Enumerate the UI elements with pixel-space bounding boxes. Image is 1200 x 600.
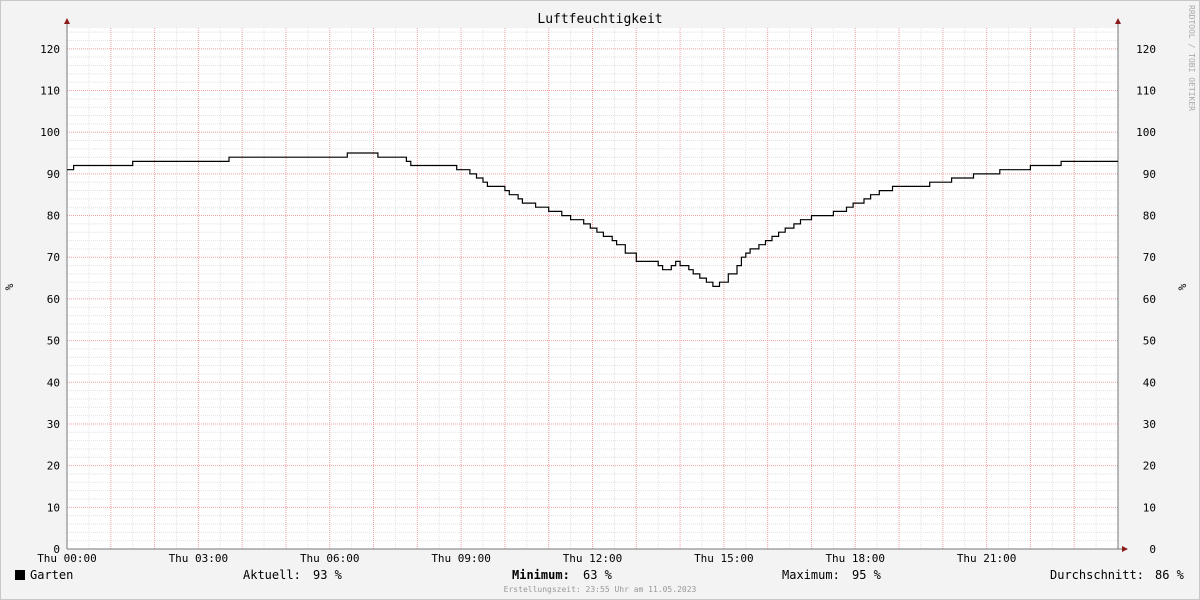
y-tick-label-left: 40 bbox=[47, 376, 60, 389]
watermark: RRDTOOL / TOBI OETIKER bbox=[1187, 5, 1196, 111]
legend-avg-label: Durchschnitt: bbox=[1050, 568, 1144, 582]
legend-max-value: 95 % bbox=[852, 568, 881, 582]
y-tick-label-right: 90 bbox=[1143, 168, 1156, 181]
x-tick-label: Thu 00:00 bbox=[37, 552, 97, 565]
legend-swatch bbox=[15, 570, 25, 580]
legend-current-value: 93 % bbox=[313, 568, 342, 582]
y-tick-label-left: 90 bbox=[47, 168, 60, 181]
x-tick-label: Thu 03:00 bbox=[169, 552, 229, 565]
legend-min-value: 63 % bbox=[583, 568, 612, 582]
legend-series-name: Garten bbox=[30, 568, 74, 582]
x-tick-label: Thu 21:00 bbox=[957, 552, 1017, 565]
y-tick-label-left: 10 bbox=[47, 501, 60, 514]
x-axis-arrow bbox=[1122, 546, 1128, 552]
y-tick-label-right: 10 bbox=[1143, 501, 1156, 514]
y-tick-label-left: 120 bbox=[40, 43, 60, 56]
y-tick-label-left: 80 bbox=[47, 210, 60, 223]
y-axis-label-right: % bbox=[1176, 283, 1189, 290]
legend-avg-value: 86 % bbox=[1155, 568, 1184, 582]
legend-max-label: Maximum: bbox=[782, 568, 840, 582]
chart-title: Luftfeuchtigkeit bbox=[537, 12, 662, 27]
y-tick-label-right: 120 bbox=[1136, 43, 1156, 56]
legend-current-label: Aktuell: bbox=[243, 568, 301, 582]
x-tick-label: Thu 18:00 bbox=[825, 552, 885, 565]
y-tick-label-right: 30 bbox=[1143, 418, 1156, 431]
y-tick-label-right: 110 bbox=[1136, 85, 1156, 98]
y-tick-label-right: 20 bbox=[1143, 460, 1156, 473]
y-tick-label-left: 110 bbox=[40, 85, 60, 98]
y-tick-label-right: 50 bbox=[1143, 335, 1156, 348]
footer-timestamp: Erstellungszeit: 23:55 Uhr am 11.05.2023 bbox=[503, 585, 697, 594]
y-axis-arrow-right bbox=[1115, 18, 1121, 24]
y-axis-arrow-left bbox=[64, 18, 70, 24]
y-tick-label-left: 100 bbox=[40, 126, 60, 139]
humidity-chart: 0 010 1020 2030 3040 4050 5060 6070 7080 8090 9010… bbox=[3, 5, 1196, 565]
y-tick-label-right: 100 bbox=[1136, 126, 1156, 139]
x-tick-label: Thu 06:00 bbox=[300, 552, 360, 565]
x-tick-label: Thu 09:00 bbox=[431, 552, 491, 565]
x-tick-label: Thu 12:00 bbox=[563, 552, 623, 565]
y-tick-label-left: 60 bbox=[47, 293, 60, 306]
y-tick-label-right: 0 bbox=[1149, 543, 1156, 556]
y-tick-label-left: 50 bbox=[47, 335, 60, 348]
y-tick-label-right: 40 bbox=[1143, 376, 1156, 389]
y-tick-label-left: 30 bbox=[47, 418, 60, 431]
x-tick-label: Thu 15:00 bbox=[694, 552, 754, 565]
grid bbox=[67, 28, 1118, 549]
y-tick-label-left: 70 bbox=[47, 251, 60, 264]
y-tick-label-right: 70 bbox=[1143, 251, 1156, 264]
legend-min-label: Minimum: bbox=[512, 568, 570, 582]
y-tick-label-right: 80 bbox=[1143, 210, 1156, 223]
y-tick-label-left: 20 bbox=[47, 460, 60, 473]
y-axis-label-left: % bbox=[3, 283, 16, 290]
y-tick-label-right: 60 bbox=[1143, 293, 1156, 306]
